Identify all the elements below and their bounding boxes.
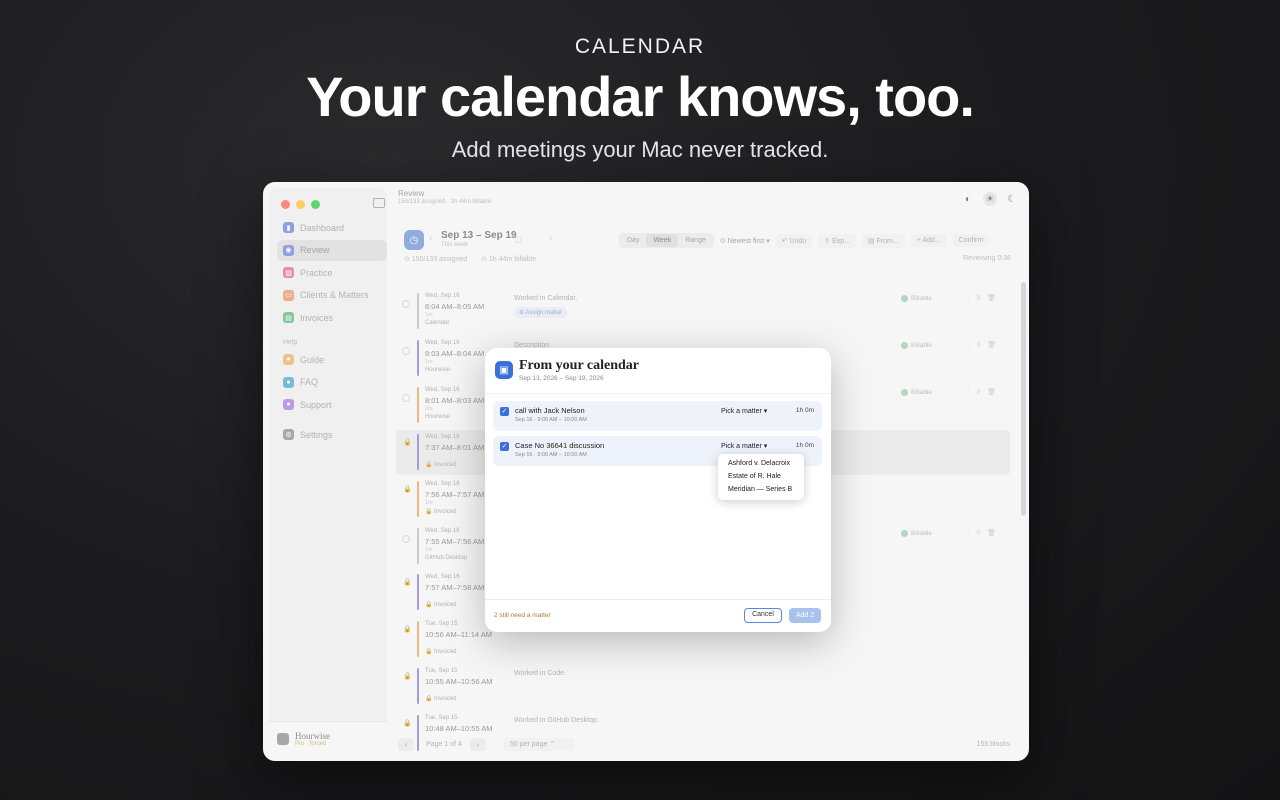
event-checkbox[interactable]: ✓ bbox=[500, 407, 509, 416]
event-duration: 1h 0m bbox=[795, 442, 814, 449]
dialog-title: From your calendar bbox=[519, 358, 640, 373]
divider bbox=[485, 599, 831, 600]
hero-title: Your calendar knows, too. bbox=[306, 65, 975, 128]
cancel-button[interactable]: Cancel bbox=[744, 608, 782, 623]
calendar-event-item[interactable]: ✓ call with Jack Nelson Sep 16 · 9:00 AM… bbox=[493, 401, 822, 431]
event-name: call with Jack Nelson bbox=[515, 406, 585, 415]
pick-matter-select[interactable]: Pick a matter ▾ bbox=[721, 407, 767, 415]
event-duration: 1h 0m bbox=[795, 407, 814, 414]
dialog-subtitle: Sep 13, 2026 – Sep 19, 2026 bbox=[519, 375, 604, 382]
unassigned-warning: 2 still need a matter bbox=[494, 612, 551, 619]
matter-dropdown-menu: Ashford v. Delacroix Estate of R. Hale M… bbox=[718, 454, 804, 500]
matter-option[interactable]: Meridian — Series B bbox=[718, 483, 804, 496]
pick-matter-select[interactable]: Pick a matter ▾ bbox=[721, 442, 767, 450]
event-time: Sep 16 · 9:00 AM – 10:00 AM bbox=[515, 452, 587, 458]
hero-subtitle: Add meetings your Mac never tracked. bbox=[451, 137, 829, 162]
event-checkbox[interactable]: ✓ bbox=[500, 442, 509, 451]
event-name: Case No 36641 discussion bbox=[515, 441, 605, 450]
matter-option[interactable]: Estate of R. Hale bbox=[718, 470, 804, 483]
calendar-icon: ▣ bbox=[495, 361, 513, 379]
matter-option[interactable]: Ashford v. Delacroix bbox=[718, 457, 804, 470]
event-time: Sep 16 · 9:00 AM – 10:00 AM bbox=[515, 417, 587, 423]
divider bbox=[485, 393, 831, 394]
add-events-button[interactable]: Add 2 bbox=[789, 608, 821, 623]
hero-eyebrow: CALENDAR bbox=[574, 35, 706, 58]
calendar-import-dialog: ▣ From your calendar Sep 13, 2026 – Sep … bbox=[485, 348, 831, 632]
